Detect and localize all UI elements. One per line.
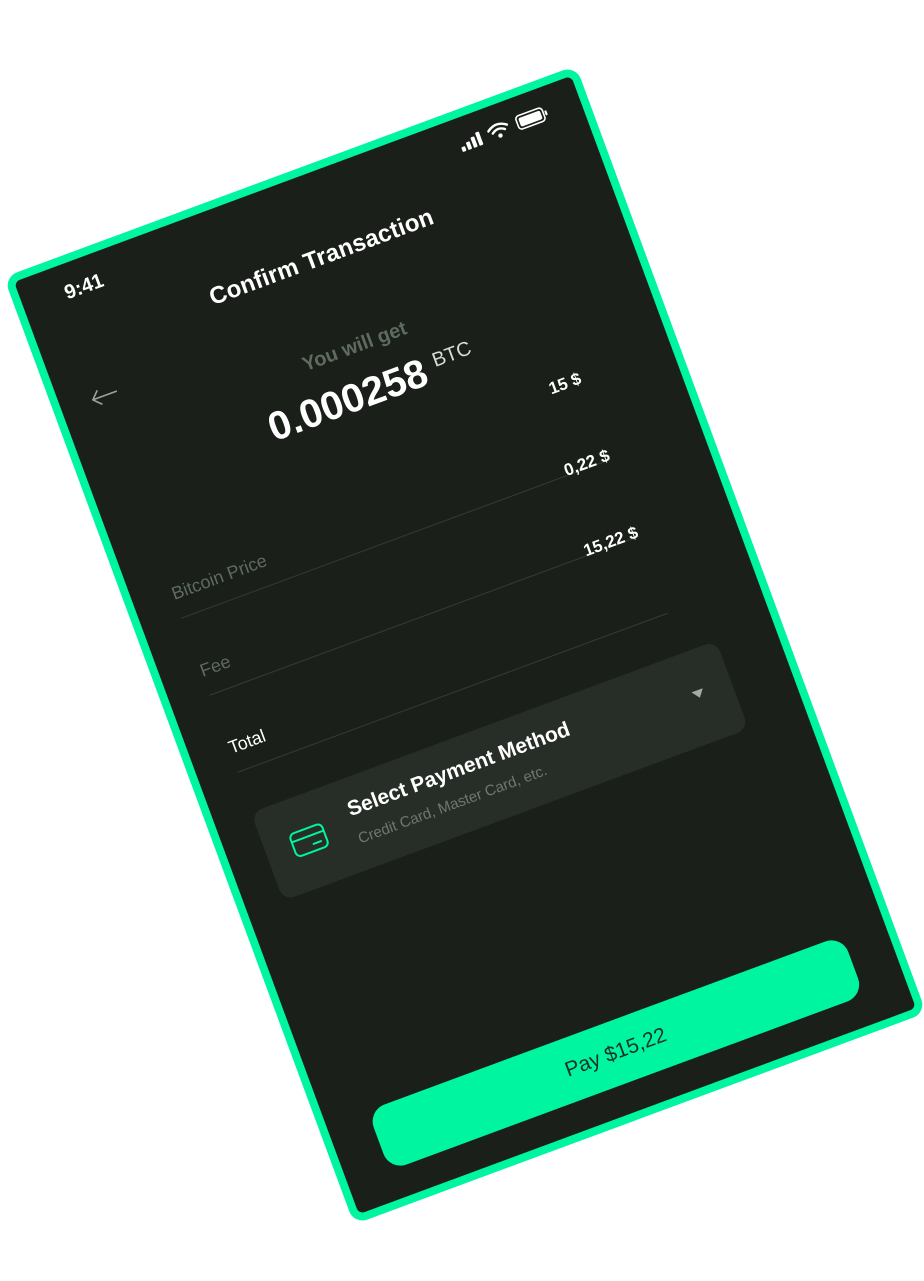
credit-card-icon: [289, 823, 329, 857]
total-label: Total: [225, 725, 269, 758]
caret-down-icon[interactable]: [690, 686, 707, 702]
back-button[interactable]: [84, 378, 126, 413]
battery-icon: [514, 105, 551, 132]
phone-screen: 9:41 Confirm Transaction You will get 0.…: [3, 65, 924, 1225]
btc-unit: BTC: [429, 337, 475, 372]
bitcoin-price-value: 15 $: [546, 368, 584, 399]
fee-label: Fee: [197, 651, 234, 681]
status-time: 9:41: [61, 269, 107, 305]
pay-button[interactable]: Pay $15,22: [367, 935, 865, 1171]
stage: 9:41 Confirm Transaction You will get 0.…: [0, 0, 924, 1281]
arrow-left-icon: [92, 390, 118, 405]
status-icons: [457, 105, 551, 153]
cellular-signal-icon: [457, 129, 484, 153]
wifi-icon: [485, 119, 511, 142]
